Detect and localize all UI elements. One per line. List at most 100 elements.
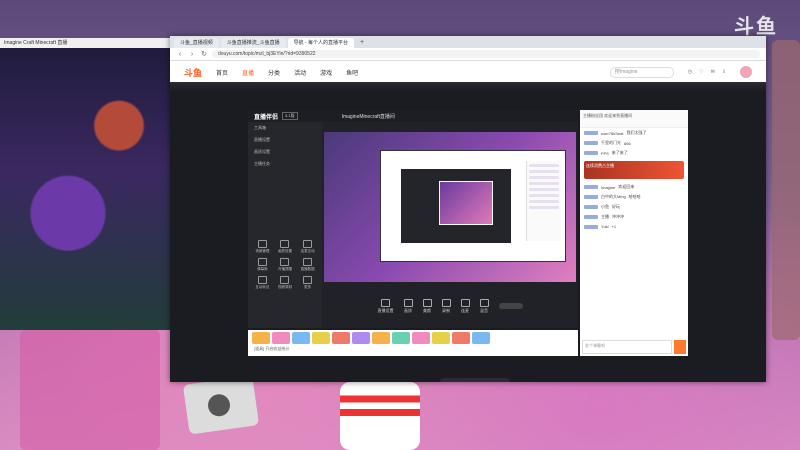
video-player[interactable]: 直播伴侣 3.1版 ImagineMinecraft直播间 工具箱 直播设置 画… <box>170 82 766 382</box>
chat-user[interactable]: 千里的门光 <box>601 140 621 146</box>
chat-text: 666 <box>624 140 631 146</box>
browser-window[interactable]: 斗鱼_直播视频 斗鱼直播推流_斗鱼直播 导航 - 每个人的直播平台 + ‹ › … <box>170 36 766 382</box>
camera-prop <box>182 375 260 435</box>
chat-message: 小鱼 好玩 <box>580 202 688 212</box>
chat-text: 冲冲冲 <box>612 214 624 219</box>
chat-user[interactable]: user78kSeat <box>601 131 623 136</box>
chat-promo-banner[interactable]: 连续消费占主播 <box>584 161 684 179</box>
chat-message: 主播 冲冲冲 <box>580 212 688 222</box>
chat-text: 好玩 <box>612 204 620 209</box>
chat-user[interactable]: 主播 <box>601 214 609 220</box>
tool-button[interactable]: 场景管理 <box>252 240 273 253</box>
tool-button[interactable]: 互动玩法 <box>252 276 273 289</box>
recursive-innermost-capture <box>439 181 493 225</box>
control-button[interactable]: 录制 <box>442 299 451 314</box>
gift-item[interactable] <box>352 332 370 344</box>
chat-user[interactable]: 白中的大Ming <box>601 194 626 200</box>
site-logo[interactable]: 斗鱼 <box>184 66 202 79</box>
tool-button[interactable]: 更多 <box>297 276 318 289</box>
browser-tab-1[interactable]: 斗鱼_直播视频 <box>174 38 219 48</box>
chat-text: +1 <box>611 224 617 229</box>
start-live-button[interactable] <box>498 303 523 309</box>
streaming-app-name: 直播伴侣 <box>254 114 279 121</box>
site-navigation: 斗鱼 首页 直播 分类 活动 游戏 鱼吧 搜Imagine ◷ ♡ ✉ ⇩ <box>170 61 766 84</box>
chat-text: 哈哈哈 <box>628 194 641 199</box>
streaming-app-version: 3.1版 <box>282 112 298 120</box>
send-button[interactable] <box>674 340 686 354</box>
browser-tab-3[interactable]: 导航 - 每个人的直播平台 <box>287 38 355 48</box>
chat-panel: 主播粉丝团 欢迎来到直播间 user78kSeat 我们太强了 千里的门光 666 … <box>580 110 688 356</box>
nav-events[interactable]: 活动 <box>294 68 306 77</box>
chat-user[interactable]: FPS <box>601 151 609 156</box>
stream-preview <box>324 132 576 282</box>
nav-live[interactable]: 直播 <box>242 68 254 77</box>
tab-bar: 斗鱼_直播视频 斗鱼直播推流_斗鱼直播 导航 - 每个人的直播平台 + <box>170 36 766 48</box>
browser-tab-2[interactable]: 斗鱼直播推流_斗鱼直播 <box>220 38 286 48</box>
chat-user[interactable]: 小鱼 <box>601 204 609 210</box>
nav-category[interactable]: 分类 <box>268 68 280 77</box>
nav-games[interactable]: 游戏 <box>320 68 332 77</box>
tool-button[interactable]: 视频录制 <box>275 276 296 289</box>
chat-message: Imagine 欢迎回来 <box>580 182 688 192</box>
control-button[interactable]: 直播设置 <box>378 299 394 314</box>
sidebar-row[interactable]: 主播任务 <box>248 158 322 170</box>
tool-button[interactable]: 弹幕姬 <box>252 258 273 271</box>
gift-item[interactable] <box>452 332 470 344</box>
gift-row <box>248 330 578 346</box>
gift-item[interactable] <box>312 332 330 344</box>
gift-item[interactable] <box>392 332 410 344</box>
player-bottom-handle[interactable] <box>440 378 510 382</box>
control-button[interactable]: 连麦 <box>461 299 470 314</box>
gift-item[interactable] <box>252 332 270 344</box>
gift-item[interactable] <box>412 332 430 344</box>
new-tab-icon[interactable]: + <box>356 38 368 48</box>
nav-home[interactable]: 首页 <box>216 68 228 77</box>
control-button[interactable]: 画质 <box>404 299 413 314</box>
forward-icon[interactable]: › <box>188 51 196 58</box>
back-icon[interactable]: ‹ <box>176 51 184 58</box>
recursive-screen-capture <box>380 150 566 262</box>
gift-bar-text: [道具] 开启收益统计 <box>254 346 290 351</box>
gift-item[interactable] <box>472 332 490 344</box>
download-icon[interactable]: ⇩ <box>722 69 726 75</box>
tool-button[interactable]: 连麦互动 <box>297 240 318 253</box>
fan-badge <box>584 151 598 155</box>
douyu-logo: 斗鱼 <box>734 16 778 38</box>
chat-text: 来了来了 <box>611 150 628 155</box>
tool-button[interactable]: 画质设置 <box>275 240 296 253</box>
sidebar-row[interactable]: 画质设置 <box>248 146 322 158</box>
message-icon[interactable]: ✉ <box>711 69 715 75</box>
tool-button[interactable]: 直播数据 <box>297 258 318 271</box>
history-icon[interactable]: ◷ <box>688 69 692 75</box>
follow-icon[interactable]: ♡ <box>699 69 703 75</box>
chat-user[interactable]: Imagine <box>601 185 615 190</box>
reload-icon[interactable]: ↻ <box>200 50 208 58</box>
gift-item[interactable] <box>432 332 450 344</box>
gift-bar: [道具] 开启收益统计 <box>248 330 578 356</box>
control-button[interactable]: 美颜 <box>423 299 432 314</box>
chat-message: Yuki +1 <box>580 222 688 231</box>
chat-text: 我们太强了 <box>626 130 647 135</box>
gift-item[interactable] <box>272 332 290 344</box>
chat-message: 千里的门光 666 <box>580 138 688 148</box>
stream-video[interactable]: 直播伴侣 3.1版 ImagineMinecraft直播间 工具箱 直播设置 画… <box>248 110 578 328</box>
sidebar-row[interactable]: 直播设置 <box>248 134 322 146</box>
control-button[interactable]: 混音 <box>480 299 489 314</box>
streaming-app-window: 直播伴侣 3.1版 ImagineMinecraft直播间 工具箱 直播设置 画… <box>248 110 578 328</box>
url-field[interactable]: douyu.com/topic/mzl_bj3EYin/?rid=9390522 <box>212 50 760 58</box>
chat-user[interactable]: Yuki <box>601 224 609 229</box>
chat-input-area: 发个弹幕呗 <box>582 340 686 354</box>
chat-text: 欢迎回来 <box>618 184 635 189</box>
user-avatar[interactable] <box>740 66 752 78</box>
room-decoration-pink-chair <box>20 330 160 450</box>
gift-item[interactable] <box>292 332 310 344</box>
site-search-input[interactable]: 搜Imagine <box>609 66 674 78</box>
sidebar-row[interactable]: 工具箱 <box>248 122 322 134</box>
fan-badge <box>584 215 598 219</box>
gift-item[interactable] <box>372 332 390 344</box>
nav-yuba[interactable]: 鱼吧 <box>346 68 358 77</box>
chat-input[interactable]: 发个弹幕呗 <box>582 340 672 354</box>
game-window[interactable]: Imagine Craft Minecraft 直播 <box>0 38 171 330</box>
gift-item[interactable] <box>332 332 350 344</box>
tool-button[interactable]: 开播提醒 <box>275 258 296 271</box>
